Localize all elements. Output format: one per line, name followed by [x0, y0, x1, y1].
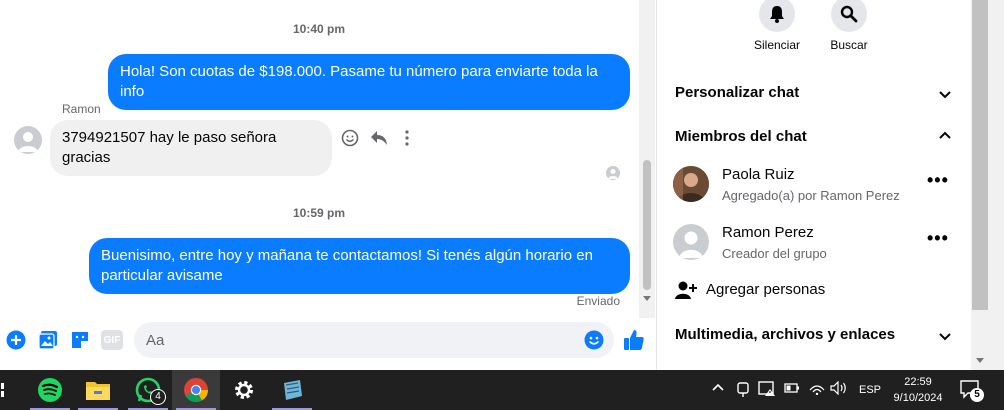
avatar[interactable] [14, 126, 42, 154]
input-language-indicator[interactable]: ESP [859, 384, 881, 396]
file-explorer-icon[interactable] [78, 370, 118, 410]
member-options-icon[interactable]: ••• [927, 228, 949, 249]
settings-gear-icon[interactable] [224, 370, 264, 410]
customize-chat-label: Personalizar chat [675, 84, 800, 101]
battery-icon[interactable] [784, 383, 800, 396]
wifi-icon[interactable] [808, 381, 826, 398]
message-text: 3794921507 hay le paso señora gracias [62, 129, 277, 166]
whatsapp-badge: 4 [150, 389, 166, 405]
member-options-icon[interactable]: ••• [927, 170, 949, 191]
scroll-down-arrow-icon[interactable] [643, 296, 651, 301]
sticker-icon[interactable] [70, 330, 90, 350]
scrollbar-thumb[interactable] [972, 0, 988, 310]
message-input[interactable]: Aa [134, 322, 614, 358]
volume-icon[interactable] [830, 380, 848, 398]
outgoing-message[interactable]: Hola! Son cuotas de $198.000. Pasame tu … [108, 54, 630, 110]
incoming-message[interactable]: 3794921507 hay le paso señora gracias [50, 120, 332, 176]
like-icon[interactable] [622, 328, 646, 352]
image-icon[interactable] [38, 330, 58, 350]
search-icon [840, 5, 858, 23]
member-subtitle: Agregado(a) por Ramon Perez [722, 188, 900, 203]
member-name: Ramon Perez [722, 224, 814, 241]
start-icon[interactable] [0, 370, 10, 410]
chat-scrollbar[interactable] [639, 0, 655, 318]
usb-device-icon[interactable] [736, 382, 750, 401]
search-button[interactable] [831, 0, 867, 32]
sidebar-scrollbar[interactable] [971, 0, 1004, 370]
add-person-icon [675, 281, 697, 299]
message-timestamp: 10:40 pm [292, 22, 346, 36]
taskbar: 4 ESP 22:59 9/10/2024 5 [0, 370, 1004, 410]
add-people-label: Agregar personas [706, 281, 826, 298]
outgoing-message[interactable]: Buenisimo, entre hoy y mañana te contact… [89, 238, 630, 294]
sender-name: Ramon [62, 102, 101, 116]
spotify-icon[interactable] [30, 370, 70, 410]
member-subtitle: Creador del grupo [722, 246, 827, 261]
mute-button[interactable] [759, 0, 795, 32]
search-label: Buscar [830, 38, 868, 52]
media-files-links-row[interactable]: Multimedia, archivos y enlaces [665, 314, 963, 354]
chevron-up-icon [939, 131, 951, 139]
chat-messages-area: 10:40 pm Hola! Son cuotas de $198.000. P… [0, 0, 638, 318]
avatar [673, 166, 709, 202]
member-item[interactable]: Ramon Perez Creador del grupo ••• [665, 218, 963, 272]
show-hidden-icons-icon[interactable] [711, 382, 725, 395]
message-text-line: particular avisame [101, 267, 223, 284]
message-status: Enviado [576, 294, 620, 308]
scroll-down-arrow-icon[interactable] [976, 358, 984, 363]
chevron-down-icon [939, 333, 951, 341]
security-alert-icon[interactable] [758, 381, 776, 400]
notepad-icon[interactable] [272, 370, 312, 410]
media-files-links-label: Multimedia, archivos y enlaces [675, 326, 896, 343]
mute-label: Silenciar [753, 38, 801, 52]
message-timestamp: 10:59 pm [292, 206, 346, 220]
notifications-icon[interactable]: 5 [960, 380, 984, 403]
message-text-line: Buenisimo, entre hoy y mañana te contact… [101, 247, 593, 264]
clock[interactable]: 22:59 9/10/2024 [890, 374, 946, 406]
react-emoji-icon[interactable] [340, 128, 360, 148]
gif-icon[interactable]: GIF [101, 330, 123, 350]
notification-count-badge: 5 [970, 388, 984, 402]
message-composer: GIF Aa [0, 318, 656, 370]
member-name: Paola Ruiz [722, 166, 795, 183]
reply-icon[interactable] [369, 128, 389, 148]
member-item[interactable]: Paola Ruiz Agregado(a) por Ramon Perez •… [665, 160, 963, 214]
avatar [673, 224, 709, 260]
customize-chat-row[interactable]: Personalizar chat [665, 72, 963, 112]
add-people-row[interactable]: Agregar personas [665, 276, 963, 306]
more-options-icon[interactable] [397, 128, 417, 148]
clock-time: 22:59 [904, 376, 932, 388]
chat-members-row[interactable]: Miembros del chat [665, 116, 963, 156]
bell-icon [770, 6, 784, 23]
scrollbar-thumb[interactable] [643, 160, 651, 290]
chat-info-panel: Silenciar Buscar Personalizar chat Miemb… [657, 0, 971, 370]
clock-date: 9/10/2024 [893, 392, 943, 404]
whatsapp-icon[interactable]: 4 [126, 370, 170, 410]
read-receipt-avatar [606, 166, 620, 180]
emoji-icon[interactable] [584, 330, 604, 350]
plus-icon[interactable] [6, 330, 26, 350]
message-text: Hola! Son cuotas de $198.000. Pasame tu … [120, 63, 598, 100]
chrome-icon[interactable] [172, 370, 220, 410]
message-input-placeholder: Aa [146, 332, 165, 349]
chat-members-label: Miembros del chat [675, 128, 807, 145]
chevron-down-icon [939, 91, 951, 99]
